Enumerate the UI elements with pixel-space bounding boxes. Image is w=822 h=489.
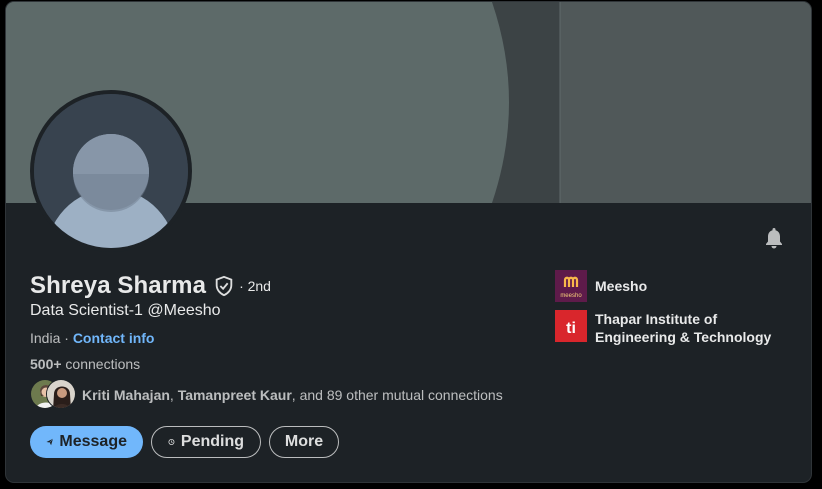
location-separator: ·	[60, 330, 73, 346]
experience-name-thapar: Thapar Institute of Engineering & Techno…	[595, 311, 772, 345]
mutual-avatars	[30, 379, 78, 411]
connections-label: connections	[61, 356, 141, 372]
meesho-logo: meesho	[555, 270, 587, 302]
mutual-rest: , and 89 other mutual connections	[291, 387, 503, 403]
clock-icon	[168, 439, 175, 445]
profile-actions: Message Pending More	[30, 426, 339, 458]
svg-text:ti: ti	[566, 320, 576, 337]
mutual-connections[interactable]: Kriti Mahajan, Tamanpreet Kaur, and 89 o…	[30, 379, 503, 411]
paper-plane-icon	[46, 438, 54, 446]
location-text: India	[30, 330, 61, 346]
thapar-logo: ti	[555, 310, 587, 342]
mutual-avatar-2	[46, 379, 76, 409]
connections-count[interactable]: 500+ connections	[30, 356, 140, 372]
location-row: India · Contact info	[30, 330, 154, 346]
experience-list: meesho Meesho ti Thapar Institute of Eng…	[555, 270, 775, 354]
mutual-name-1: Kriti Mahajan	[82, 387, 170, 403]
message-button[interactable]: Message	[30, 426, 143, 458]
connections-number: 500+	[30, 356, 62, 372]
mutual-connections-text: Kriti Mahajan, Tamanpreet Kaur, and 89 o…	[82, 387, 503, 403]
profile-name: Shreya Sharma	[30, 272, 207, 299]
profile-card: Shreya Sharma · 2nd Data Scientist-1 @Me…	[6, 2, 811, 482]
bell-icon[interactable]	[762, 226, 786, 250]
profile-avatar[interactable]	[30, 90, 192, 252]
shield-check-icon[interactable]	[213, 275, 235, 297]
profile-headline: Data Scientist-1 @Meesho	[30, 302, 221, 319]
pending-label: Pending	[180, 433, 244, 450]
more-button[interactable]: More	[269, 426, 339, 458]
experience-item-meesho[interactable]: meesho Meesho	[555, 270, 775, 302]
contact-info-link[interactable]: Contact info	[73, 330, 155, 346]
connection-degree: · 2nd	[239, 278, 271, 294]
experience-name-meesho: Meesho	[595, 278, 648, 294]
message-label: Message	[59, 433, 127, 450]
name-row: Shreya Sharma · 2nd	[30, 272, 271, 300]
svg-text:meesho: meesho	[560, 293, 582, 299]
mutual-separator: ,	[169, 387, 178, 403]
mutual-name-2: Tamanpreet Kaur	[177, 387, 292, 403]
more-label: More	[284, 433, 324, 450]
pending-button[interactable]: Pending	[151, 426, 261, 458]
experience-item-thapar[interactable]: ti Thapar Institute of Engineering & Tec…	[555, 310, 775, 346]
